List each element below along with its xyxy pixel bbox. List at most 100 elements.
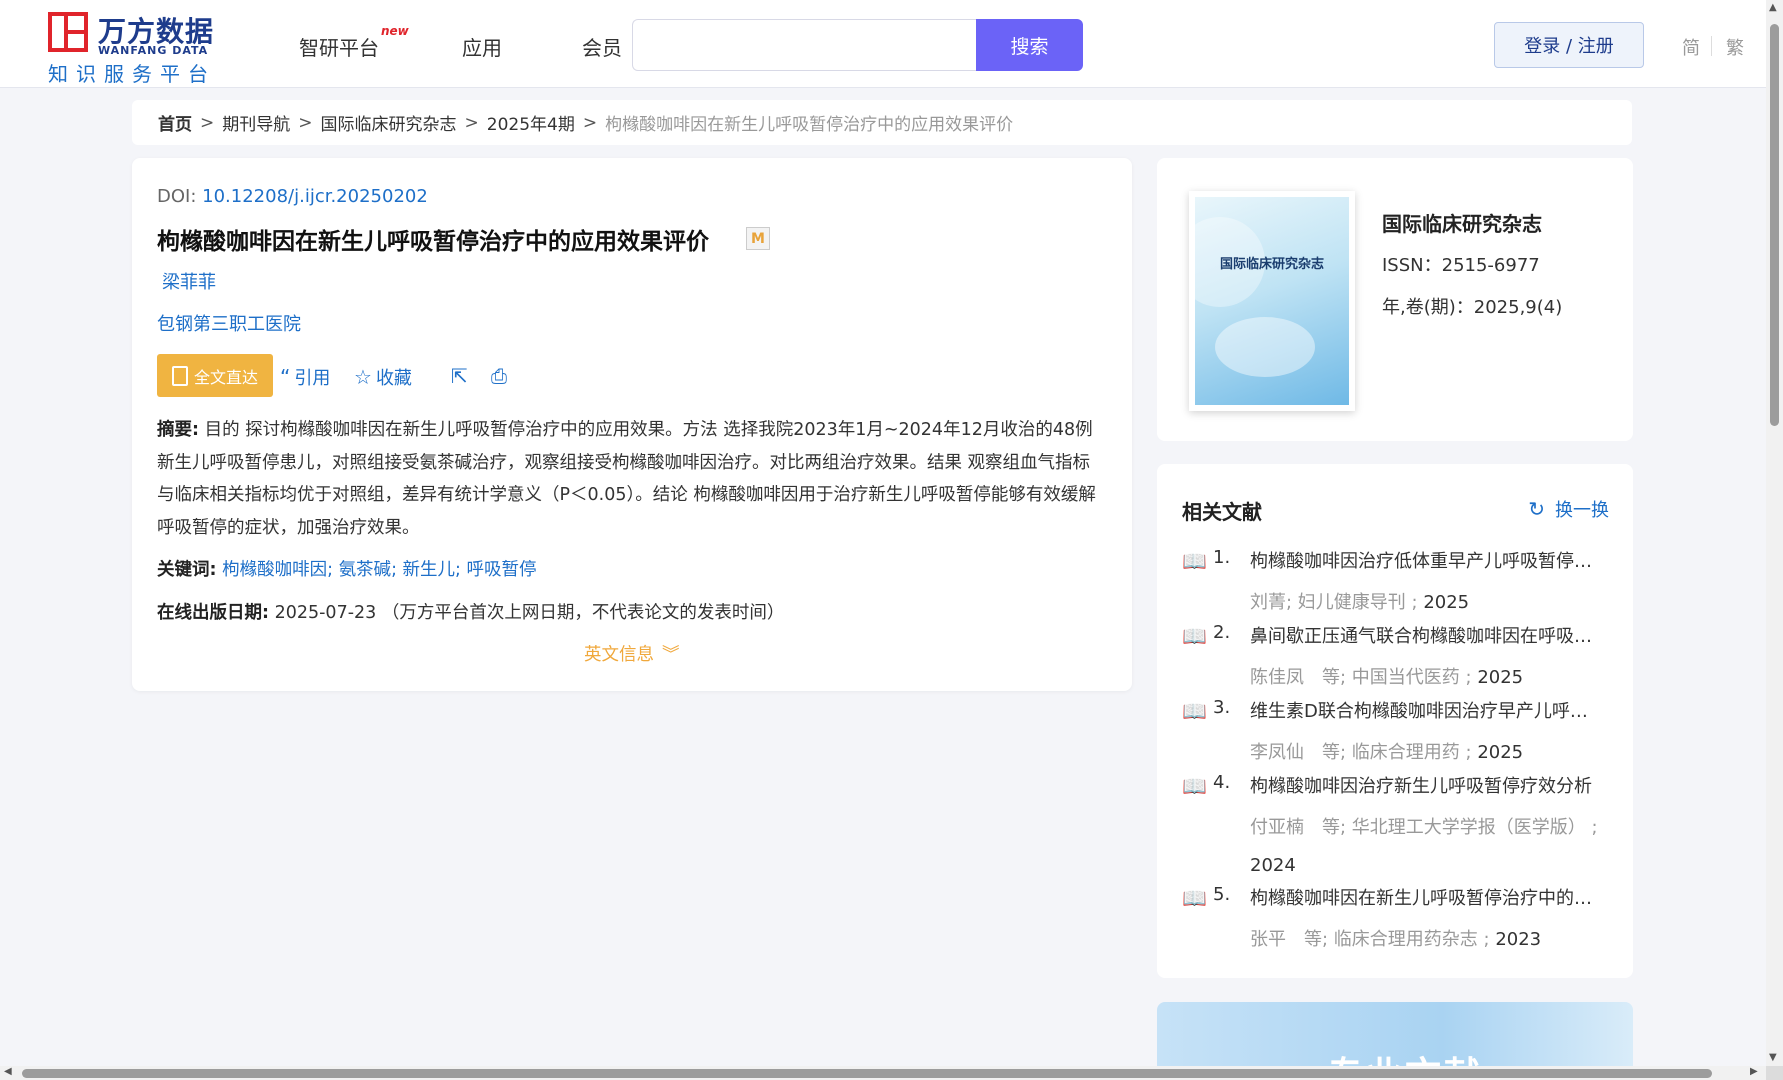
book-icon: 📖	[1182, 549, 1207, 573]
related-meta: 李凤仙 等; 临床合理用药 ; 2025	[1250, 734, 1600, 772]
horizontal-scrollbar[interactable]: ◀ ▶	[0, 1066, 1766, 1080]
scroll-left-icon[interactable]: ◀	[4, 1066, 12, 1077]
vertical-scroll-thumb[interactable]	[1770, 24, 1779, 426]
cover-title: 国际临床研究杂志	[1219, 257, 1324, 272]
doi-line: DOI: 10.12208/j.ijcr.20250202	[157, 186, 428, 207]
related-year: 2025	[1423, 592, 1470, 613]
book-icon: 📖	[1182, 886, 1207, 910]
pubdate-label: 在线出版日期:	[157, 603, 269, 623]
book-icon: 📖	[1182, 774, 1207, 798]
refresh-label: 换一换	[1555, 500, 1609, 521]
book-icon: 📖	[1182, 624, 1207, 648]
favorite-button[interactable]: ☆ 收藏	[354, 364, 412, 390]
author-link[interactable]: 梁菲菲	[162, 268, 216, 294]
search-button[interactable]: 搜索	[976, 19, 1083, 71]
search-box	[632, 19, 977, 71]
related-source: 李凤仙 等; 临床合理用药 ;	[1250, 742, 1472, 763]
lang-simplified[interactable]: 简	[1682, 34, 1700, 60]
keywords: 关键词: 枸橼酸咖啡因; 氨茶碱; 新生儿; 呼吸暂停	[157, 560, 537, 580]
print-button[interactable]: ⎙	[491, 364, 507, 388]
related-title-link[interactable]: 枸橼酸咖啡因在新生儿呼吸暂停治疗中的应用效果	[1250, 884, 1600, 910]
search-input[interactable]	[633, 20, 977, 70]
keyword-link[interactable]: 枸橼酸咖啡因	[222, 560, 327, 580]
horizontal-scroll-thumb[interactable]	[22, 1069, 1712, 1078]
item-number: 4.	[1213, 772, 1231, 793]
article-card: DOI: 10.12208/j.ijcr.20250202 枸橼酸咖啡因在新生儿…	[132, 158, 1132, 691]
breadcrumb-current: 枸橼酸咖啡因在新生儿呼吸暂停治疗中的应用效果评价	[605, 115, 1014, 135]
scroll-down-icon[interactable]: ▼	[1769, 1052, 1777, 1063]
related-year: 2025	[1477, 742, 1524, 763]
nav-apps[interactable]: 应用	[462, 32, 502, 61]
login-register-button[interactable]: 登录 / 注册	[1494, 22, 1644, 68]
scroll-right-icon[interactable]: ▶	[1750, 1066, 1758, 1077]
related-title-link[interactable]: 维生素D联合枸橼酸咖啡因治疗早产儿呼吸暂停的效果	[1250, 697, 1600, 723]
mendeley-icon[interactable]: M	[746, 227, 770, 250]
nav-new-badge: new	[381, 24, 409, 38]
pubdate-value: 2025-07-23	[274, 603, 377, 623]
wanfang-logo[interactable]: 万方数据 WANFANG DATA 知识服务平台	[48, 10, 218, 86]
nav-zhiyan[interactable]: 智研平台	[299, 32, 379, 61]
doi-link[interactable]: 10.12208/j.ijcr.20250202	[202, 186, 428, 207]
related-title: 相关文献	[1182, 500, 1262, 524]
breadcrumb-separator: >	[298, 112, 313, 133]
related-source: 陈佳凤 等; 中国当代医药 ;	[1250, 667, 1472, 688]
breadcrumb-journal-nav[interactable]: 期刊导航	[222, 110, 290, 135]
refresh-button[interactable]: ↻ 换一换	[1528, 496, 1609, 522]
organization-link[interactable]: 包钢第三职工医院	[157, 310, 301, 336]
related-meta: 张平 等; 临床合理用药杂志 ; 2023	[1250, 921, 1600, 959]
breadcrumb-separator: >	[464, 112, 479, 133]
share-button[interactable]: ⇱	[451, 364, 468, 388]
banner-text: 专业文献	[1327, 1046, 1483, 1068]
cite-button[interactable]: “ 引用	[280, 364, 330, 390]
lang-traditional[interactable]: 繁	[1726, 34, 1744, 60]
star-icon: ☆	[354, 365, 372, 389]
journal-name[interactable]: 国际临床研究杂志	[1382, 208, 1542, 237]
breadcrumb-issue[interactable]: 2025年4期	[487, 110, 575, 135]
item-number: 1.	[1213, 547, 1231, 568]
logo-subtitle: 知识服务平台	[48, 62, 216, 86]
abstract: 摘要: 目的 探讨枸橼酸咖啡因在新生儿呼吸暂停治疗中的应用效果。方法 选择我院2…	[157, 414, 1107, 544]
english-info-toggle[interactable]: 英文信息 ︾	[584, 641, 680, 666]
related-title-link[interactable]: 枸橼酸咖啡因治疗新生儿呼吸暂停疗效分析	[1250, 772, 1600, 798]
cite-label: 引用	[294, 368, 331, 389]
related-title-link[interactable]: 枸橼酸咖啡因治疗低体重早产儿呼吸暂停的临床疗效观察	[1250, 547, 1600, 573]
pubdate-note: （万方平台首次上网日期，不代表论文的发表时间）	[381, 603, 785, 623]
item-number: 5.	[1213, 884, 1231, 905]
related-source: 刘菁; 妇儿健康导刊 ;	[1250, 592, 1418, 613]
nav-membership[interactable]: 会员	[582, 32, 622, 61]
refresh-icon: ↻	[1528, 497, 1545, 521]
breadcrumb-journal[interactable]: 国际临床研究杂志	[321, 110, 457, 135]
logo-mark-icon	[48, 12, 88, 52]
keyword-link[interactable]: 呼吸暂停	[467, 560, 537, 580]
keywords-label: 关键词:	[157, 560, 217, 580]
fulltext-button[interactable]: 全文直达	[157, 354, 273, 397]
item-number: 2.	[1213, 622, 1231, 643]
related-year: 2023	[1495, 929, 1542, 950]
vertical-scrollbar[interactable]: ▲ ▼	[1766, 0, 1783, 1066]
related-meta: 付亚楠 等; 华北理工大学学报（医学版） ; 2024	[1250, 809, 1600, 885]
breadcrumb-separator: >	[582, 112, 598, 133]
breadcrumb-home[interactable]: 首页	[158, 110, 192, 135]
fulltext-label: 全文直达	[193, 367, 258, 387]
journal-cover[interactable]: 国际临床研究杂志	[1189, 191, 1355, 411]
print-icon: ⎙	[491, 364, 507, 388]
related-source: 张平 等; 临床合理用药杂志 ;	[1250, 929, 1490, 950]
promo-banner[interactable]: 专业文献	[1157, 1002, 1633, 1068]
scroll-up-icon[interactable]: ▲	[1769, 2, 1777, 13]
favorite-label: 收藏	[375, 368, 412, 389]
chevron-double-down-icon: ︾	[662, 645, 680, 665]
breadcrumb: 首页 > 期刊导航 > 国际临床研究杂志 > 2025年4期 > 枸橼酸咖啡因在…	[132, 100, 1632, 145]
english-info-label: 英文信息	[584, 645, 654, 665]
quote-icon: “	[280, 365, 291, 389]
online-pubdate: 在线出版日期: 2025-07-23 （万方平台首次上网日期，不代表论文的发表时…	[157, 599, 784, 624]
logo-en-text: WANFANG DATA	[98, 44, 209, 57]
related-meta: 刘菁; 妇儿健康导刊 ; 2025	[1250, 584, 1600, 622]
book-icon: 📖	[1182, 699, 1207, 723]
keyword-link[interactable]: 新生儿	[403, 560, 456, 580]
abstract-label: 摘要:	[157, 420, 199, 440]
journal-card: 国际临床研究杂志 国际临床研究杂志 ISSN：2515-6977 年,卷(期)：…	[1157, 158, 1633, 441]
related-title-link[interactable]: 鼻间歇正压通气联合枸橼酸咖啡因在呼吸暂停早产儿中的应用	[1250, 622, 1600, 648]
related-source: 付亚楠 等; 华北理工大学学报（医学版） ;	[1250, 817, 1598, 838]
keyword-link[interactable]: 氨茶碱	[339, 560, 392, 580]
item-number: 3.	[1213, 697, 1231, 718]
